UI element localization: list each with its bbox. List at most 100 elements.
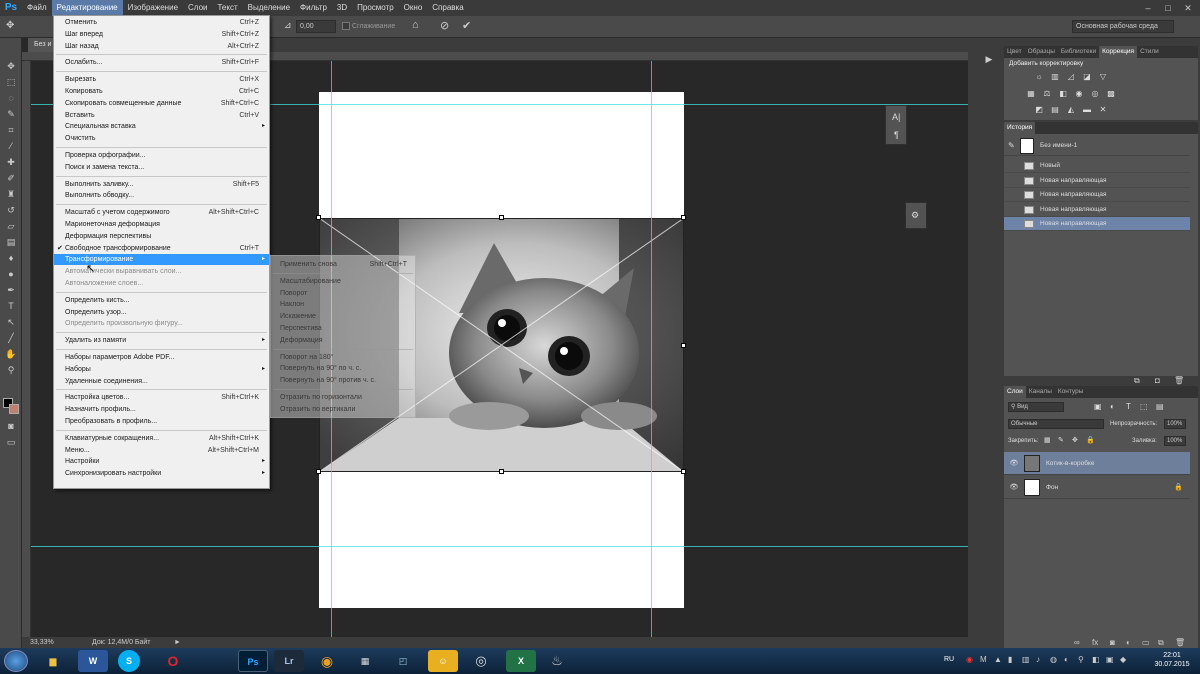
lock-pixels-icon[interactable]: ✎ xyxy=(1058,436,1064,444)
layer-style-icon[interactable]: fx xyxy=(1092,638,1098,647)
edit-menu-item[interactable]: Специальная вставка ▸ xyxy=(54,121,269,132)
edit-menu-item[interactable]: Марионеточная деформация xyxy=(54,219,269,230)
transform-submenu-item[interactable]: Повернуть на 90° против ч. с. xyxy=(271,375,415,386)
tray-icon[interactable]: ⚲ xyxy=(1078,655,1084,664)
path-select-tool-icon[interactable]: ↖ xyxy=(4,316,18,328)
menu-help[interactable]: Справка xyxy=(427,0,468,16)
clock[interactable]: 22:01 30.07.2015 xyxy=(1150,651,1194,669)
edit-menu-item[interactable]: Настройки ▸ xyxy=(54,456,269,467)
layer-row[interactable]: 👁 Котик-в-коробке xyxy=(1004,452,1190,475)
excel-taskbar-icon[interactable]: X xyxy=(506,650,536,672)
opacity-input[interactable]: 100% xyxy=(1164,419,1186,429)
language-indicator[interactable]: RU xyxy=(944,656,954,663)
filter-shape-icon[interactable]: ⬚ xyxy=(1140,402,1148,411)
delete-layer-icon[interactable]: 🗑 xyxy=(1175,638,1185,647)
transform-handle-tl[interactable] xyxy=(316,215,321,220)
lock-position-icon[interactable]: ✥ xyxy=(1072,436,1078,444)
photoshop-taskbar-icon[interactable]: Ps xyxy=(238,650,268,672)
lasso-tool-icon[interactable]: ◌ xyxy=(4,92,18,104)
warp-mode-icon[interactable]: ⌂ xyxy=(412,19,419,31)
tab-libraries[interactable]: Библиотеки xyxy=(1058,46,1099,58)
transform-submenu-item[interactable]: Поворот на 180° xyxy=(271,352,415,363)
transform-submenu-item[interactable]: Перспектива xyxy=(271,323,415,334)
edit-menu-item[interactable]: Шаг назад Alt+Ctrl+Z xyxy=(54,41,269,52)
history-item[interactable]: Новая направляющая xyxy=(1004,188,1190,202)
edit-menu-item[interactable]: ✔ Свободное трансформирование Ctrl+T xyxy=(54,243,269,254)
edit-menu-item[interactable]: Меню... Alt+Shift+Ctrl+M xyxy=(54,445,269,456)
adjustment-layer-icon[interactable]: ◐ xyxy=(1126,638,1131,647)
tray-icon[interactable]: ▲ xyxy=(994,655,1002,664)
background-color-swatch[interactable] xyxy=(9,404,19,414)
properties-icon[interactable]: ⚙ xyxy=(911,210,919,221)
bw-icon[interactable]: ◧ xyxy=(1058,89,1068,98)
edit-menu-item[interactable]: Определить узор... xyxy=(54,307,269,318)
tab-styles[interactable]: Стили xyxy=(1137,46,1162,58)
minimize-button[interactable]: – xyxy=(1138,0,1158,16)
zoom-tool-icon[interactable]: ⚲ xyxy=(4,364,18,376)
edit-menu-item[interactable]: Масштаб с учетом содержимого Alt+Shift+Ct… xyxy=(54,207,269,218)
edit-menu-item[interactable]: Автоналожение слоев... xyxy=(54,278,269,289)
filter-pixel-icon[interactable]: ▣ xyxy=(1094,402,1102,411)
transform-submenu-item[interactable]: Применить снова Shift+Ctrl+T xyxy=(271,259,415,270)
history-item[interactable]: Новая направляющая xyxy=(1004,174,1190,188)
menu-view[interactable]: Просмотр xyxy=(352,0,399,16)
menu-type[interactable]: Текст xyxy=(212,0,242,16)
history-snapshot[interactable]: ✎ Без имени-1 xyxy=(1004,136,1190,156)
tray-icon[interactable]: ◉ xyxy=(966,655,973,664)
fill-input[interactable]: 100% xyxy=(1164,436,1186,446)
edit-menu-item[interactable]: Вставить Ctrl+V xyxy=(54,110,269,121)
transform-submenu-item[interactable]: Наклон xyxy=(271,299,415,310)
edit-menu-item[interactable]: Настройка цветов... Shift+Ctrl+K xyxy=(54,392,269,403)
transform-submenu-item[interactable]: Деформация xyxy=(271,335,415,346)
chrome-taskbar-icon[interactable]: ◉ xyxy=(312,650,342,672)
layer-row[interactable]: 👁 Фон 🔒 xyxy=(1004,476,1190,499)
steam-taskbar-icon[interactable]: ♨ xyxy=(542,650,572,672)
tray-icon[interactable]: ◐ xyxy=(1064,655,1069,664)
tray-icon[interactable]: M xyxy=(980,655,987,664)
skype-taskbar-icon[interactable]: S xyxy=(118,650,140,672)
gradient-map-icon[interactable]: ▬ xyxy=(1082,105,1092,114)
tab-swatches[interactable]: Образцы xyxy=(1025,46,1058,58)
vibrance-icon[interactable]: ▽ xyxy=(1098,72,1108,81)
shape-tool-icon[interactable]: ╱ xyxy=(4,332,18,344)
edit-menu-item[interactable]: Удаленные соединения... xyxy=(54,376,269,387)
lock-transparent-icon[interactable]: ▦ xyxy=(1044,436,1051,444)
edit-menu-item[interactable]: Очистить xyxy=(54,133,269,144)
layer-kind-filter[interactable]: ⚲ Вид xyxy=(1008,402,1064,412)
workspace-select[interactable]: Основная рабочая среда xyxy=(1072,20,1174,33)
filter-type-icon[interactable]: T xyxy=(1126,402,1131,411)
guide-horizontal[interactable] xyxy=(31,546,968,547)
edit-menu-item[interactable]: Деформация перспективы xyxy=(54,231,269,242)
blend-mode-select[interactable]: Обычные xyxy=(1008,419,1104,429)
edit-menu-item[interactable]: Шаг вперед Shift+Ctrl+Z xyxy=(54,29,269,40)
edit-menu-item[interactable]: Определить кисть... xyxy=(54,295,269,306)
paragraph-icon[interactable]: ¶ xyxy=(894,130,899,140)
transform-submenu-item[interactable]: Масштабирование xyxy=(271,276,415,287)
posterize-icon[interactable]: ▤ xyxy=(1050,105,1060,114)
new-document-from-state-icon[interactable]: ⧉ xyxy=(1134,376,1140,386)
color-lookup-icon[interactable]: ▩ xyxy=(1106,89,1116,98)
lightroom-taskbar-icon[interactable]: Lr xyxy=(274,650,304,672)
menu-window[interactable]: Окно xyxy=(399,0,428,16)
opera-taskbar-icon[interactable]: O xyxy=(158,650,188,672)
transform-handle-bl[interactable] xyxy=(316,469,321,474)
brightness-icon[interactable]: ☼ xyxy=(1034,72,1044,81)
tray-icon[interactable]: ◧ xyxy=(1092,655,1100,664)
smoothing-checkbox[interactable] xyxy=(342,22,350,30)
obs-taskbar-icon[interactable]: ◎ xyxy=(466,650,496,672)
history-item[interactable]: Новый xyxy=(1004,159,1190,173)
tray-icon[interactable]: ◍ xyxy=(1050,655,1057,664)
character-icon[interactable]: A| xyxy=(892,112,900,122)
tray-icon[interactable]: ◆ xyxy=(1120,655,1126,664)
threshold-icon[interactable]: ◭ xyxy=(1066,105,1076,114)
screen-mode-icon[interactable]: ▭ xyxy=(4,436,18,448)
history-item[interactable]: Новая направляющая xyxy=(1004,203,1190,217)
filter-adjust-icon[interactable]: ◐ xyxy=(1110,402,1115,411)
menu-edit[interactable]: Редактирование xyxy=(51,0,123,16)
tab-layers[interactable]: Слои xyxy=(1004,386,1026,398)
app-taskbar-icon[interactable]: ◰ xyxy=(388,650,418,672)
edit-menu-item[interactable]: Назначить профиль... xyxy=(54,404,269,415)
edit-menu-item[interactable]: Ослабить... Shift+Ctrl+F xyxy=(54,57,269,68)
transform-handle-bc[interactable] xyxy=(499,469,504,474)
edit-menu-item[interactable]: Вырезать Ctrl+X xyxy=(54,74,269,85)
